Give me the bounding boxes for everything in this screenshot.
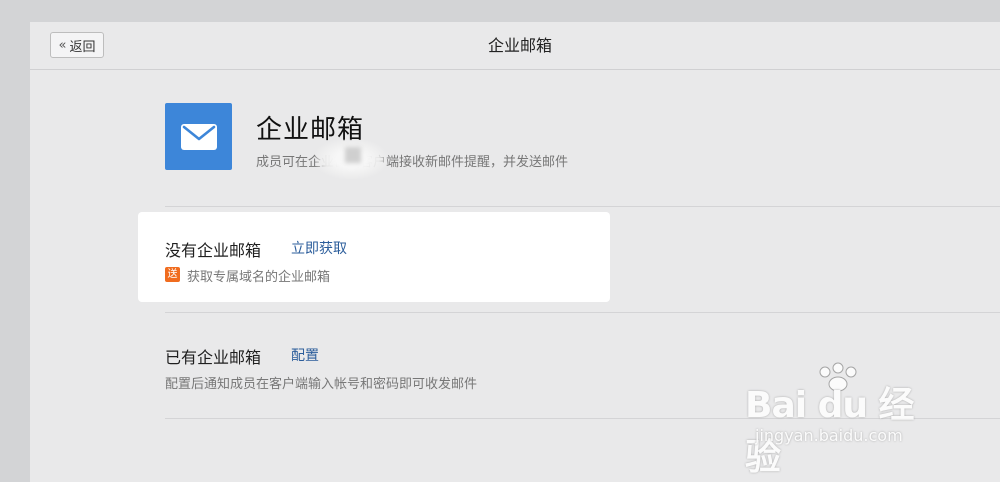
back-button[interactable]: « 返回 (50, 32, 104, 58)
app-header: 企业邮箱 成员可在企业微信客户端接收新邮件提醒，并发送邮件 (165, 103, 1000, 207)
get-now-link[interactable]: 立即获取 (291, 238, 347, 258)
app-description: 成员可在企业微信客户端接收新邮件提醒，并发送邮件 (256, 155, 569, 170)
top-bar: 企业邮箱 « 返回 (30, 22, 1000, 70)
double-chevron-left-icon: « (58, 37, 67, 53)
no-mailbox-description: 获取专属域名的企业邮箱 (187, 270, 331, 285)
baidu-jingyan-watermark: Bai du 经验 jingyan.baidu.com (745, 362, 945, 478)
no-mailbox-title: 没有企业邮箱 (165, 241, 262, 260)
has-mailbox-description: 配置后通知成员在客户端输入帐号和密码即可收发邮件 (165, 377, 478, 392)
privacy-blur (315, 139, 387, 179)
envelope-icon (165, 103, 232, 170)
back-button-label: 返回 (69, 39, 96, 55)
configure-link[interactable]: 配置 (291, 345, 319, 365)
page-title: 企业邮箱 (487, 36, 552, 55)
gift-badge: 送 (165, 267, 180, 282)
divider (165, 312, 1000, 313)
no-mailbox-card: 没有企业邮箱 立即获取 送 获取专属域名的企业邮箱 (138, 212, 610, 302)
has-mailbox-title: 已有企业邮箱 (165, 348, 262, 367)
watermark-url: jingyan.baidu.com (755, 426, 903, 445)
